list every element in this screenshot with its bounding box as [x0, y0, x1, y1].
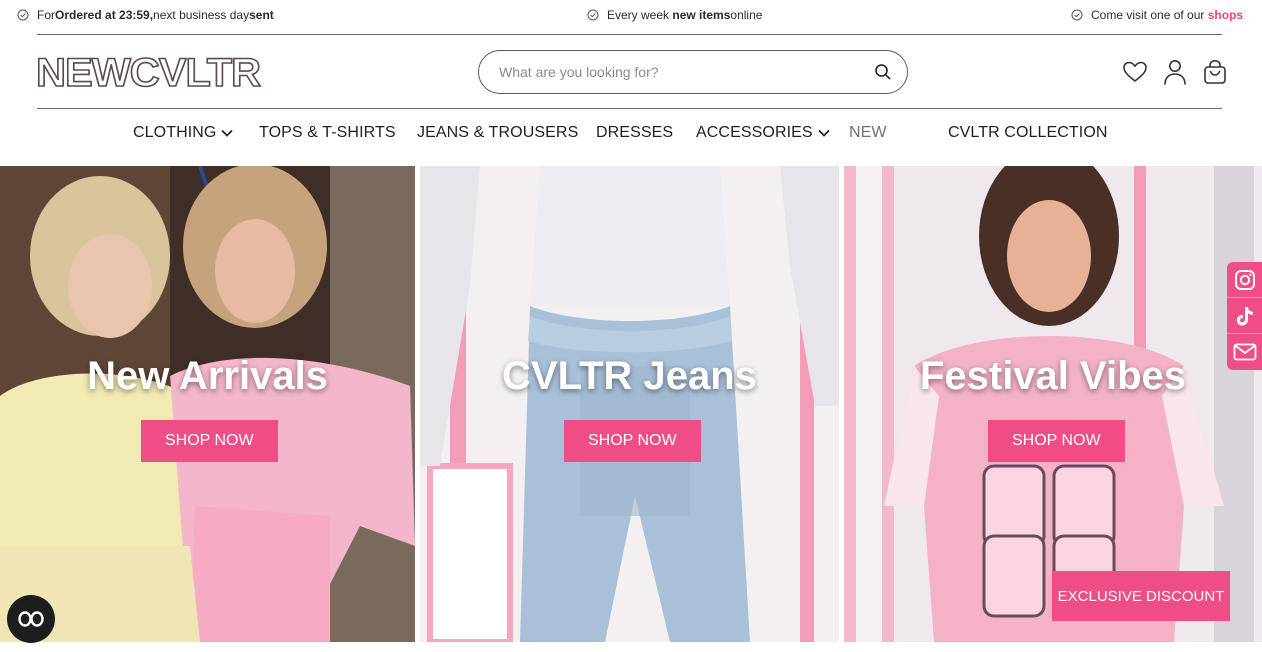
- logo-text: NEWCVLTR: [36, 54, 261, 90]
- divider: [37, 34, 1222, 35]
- usp-new-items-prefix: Every week: [607, 8, 670, 22]
- nav-jeans-label: JEANS & TROUSERS: [417, 124, 579, 141]
- header-icons: [1122, 58, 1228, 86]
- nav-new-label: NEW: [849, 124, 887, 141]
- banner-title: New Arrivals: [87, 354, 328, 398]
- usp-new-items: Every week new items online: [587, 8, 762, 22]
- search-input[interactable]: [499, 64, 871, 80]
- nav-collection-label: CVLTR COLLECTION: [948, 124, 1108, 141]
- usp-delivery-middle: next business day: [153, 8, 250, 22]
- banner-photo: [0, 166, 415, 642]
- usp-delivery-time: Ordered at 23:59,: [55, 8, 154, 22]
- heart-icon[interactable]: [1122, 58, 1148, 86]
- nav-dresses-label: DRESSES: [596, 124, 674, 141]
- shop-now-button[interactable]: SHOP NOW: [988, 420, 1125, 462]
- check-circle-icon: [587, 9, 599, 21]
- chevron-down-icon: [818, 129, 830, 137]
- bag-icon[interactable]: [1202, 58, 1228, 86]
- mail-icon[interactable]: [1227, 334, 1262, 370]
- usp-new-items-suffix: online: [730, 8, 763, 22]
- banner-title: CVLTR Jeans: [502, 354, 757, 398]
- shop-now-button[interactable]: SHOP NOW: [564, 420, 701, 462]
- logo-wordmark: NEWCVLTR: [35, 50, 263, 96]
- divider: [37, 108, 1222, 109]
- social-rail: [1227, 262, 1262, 370]
- nav-accessories[interactable]: ACCESSORIES: [696, 124, 830, 142]
- shops-link[interactable]: shops: [1208, 8, 1243, 22]
- banner-title: Festival Vibes: [919, 354, 1187, 398]
- nav-cvltr-collection[interactable]: CVLTR COLLECTION: [948, 124, 1108, 142]
- accessibility-icon: [18, 611, 44, 627]
- instagram-icon[interactable]: [1227, 262, 1262, 298]
- check-circle-icon: [17, 9, 29, 21]
- search-bar[interactable]: [478, 50, 908, 94]
- main-nav: CLOTHING TOPS & T-SHIRTS JEANS & TROUSER…: [0, 124, 1262, 148]
- banner-photo: [420, 166, 839, 642]
- logo[interactable]: NEWCVLTR: [35, 50, 263, 96]
- accessibility-button[interactable]: [7, 595, 55, 643]
- user-icon[interactable]: [1162, 58, 1188, 86]
- nav-accessories-label: ACCESSORIES: [696, 124, 813, 141]
- nav-new[interactable]: NEW: [849, 124, 887, 142]
- tiktok-icon[interactable]: [1227, 298, 1262, 334]
- usp-bar: For Ordered at 23:59, next business day …: [0, 0, 1262, 34]
- usp-delivery-sent: sent: [249, 8, 274, 22]
- nav-clothing-label: CLOTHING: [133, 124, 217, 141]
- search-icon[interactable]: [871, 60, 895, 84]
- banner-cvltr-jeans[interactable]: CVLTR Jeans SHOP NOW: [420, 166, 839, 642]
- check-circle-icon: [1071, 9, 1083, 21]
- usp-new-items-bold: new items: [672, 8, 731, 22]
- nav-jeans-trousers[interactable]: JEANS & TROUSERS: [417, 124, 578, 142]
- nav-tops-label: TOPS & T-SHIRTS: [259, 124, 396, 141]
- shop-now-button[interactable]: SHOP NOW: [141, 420, 278, 462]
- usp-shops-prefix: Come visit one of our: [1091, 8, 1205, 22]
- exclusive-discount-button[interactable]: EXCLUSIVE DISCOUNT: [1052, 571, 1230, 621]
- usp-delivery-prefix: For: [37, 8, 55, 22]
- banner-new-arrivals[interactable]: New Arrivals SHOP NOW: [0, 166, 415, 642]
- usp-delivery: For Ordered at 23:59, next business day …: [17, 8, 274, 22]
- nav-dresses[interactable]: DRESSES: [596, 124, 673, 142]
- nav-clothing[interactable]: CLOTHING: [133, 124, 234, 142]
- chevron-down-icon: [221, 129, 234, 137]
- nav-tops-tshirts[interactable]: TOPS & T-SHIRTS: [259, 124, 396, 142]
- usp-shops: Come visit one of our shops: [1071, 8, 1243, 22]
